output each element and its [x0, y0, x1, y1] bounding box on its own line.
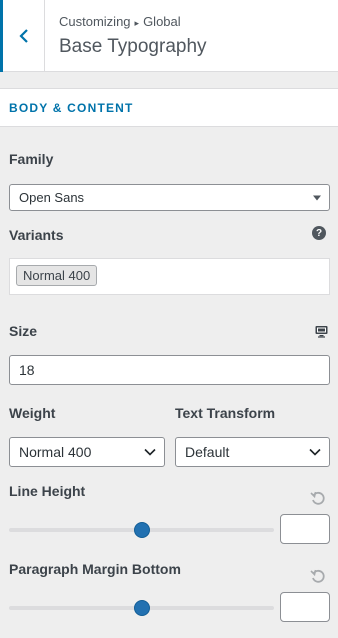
desktop-icon[interactable]: [315, 325, 328, 338]
text-transform-select-value: Default: [185, 444, 230, 460]
text-transform-label: Text Transform: [175, 405, 276, 421]
paragraph-margin-slider-thumb[interactable]: [133, 600, 150, 616]
size-input[interactable]: 18: [9, 355, 330, 385]
weight-label: Weight: [9, 405, 56, 421]
line-height-slider[interactable]: [9, 522, 274, 538]
line-height-input[interactable]: [280, 514, 330, 544]
family-select-value: Open Sans: [19, 190, 85, 205]
line-height-slider-thumb[interactable]: [133, 522, 150, 538]
family-select[interactable]: Open Sans: [9, 184, 330, 211]
chevron-left-icon: [18, 29, 28, 43]
variants-multiselect[interactable]: Normal 400: [9, 258, 330, 295]
help-icon[interactable]: ?: [312, 226, 326, 240]
reset-icon[interactable]: [310, 490, 326, 506]
back-button[interactable]: [0, 0, 45, 72]
size-label: Size: [9, 323, 38, 339]
chevron-down-icon: [144, 448, 156, 456]
line-height-label: Line Height: [9, 483, 86, 499]
section-title: BODY & CONTENT: [9, 101, 134, 115]
reset-icon[interactable]: [310, 568, 326, 584]
variants-label: Variants: [9, 227, 64, 243]
caret-down-icon: [313, 195, 321, 200]
paragraph-margin-input[interactable]: [280, 592, 330, 622]
weight-select-value: Normal 400: [19, 444, 92, 460]
chevron-down-icon: [309, 448, 321, 456]
breadcrumb-separator-icon: ▸: [134, 18, 140, 28]
section-header: BODY & CONTENT: [0, 88, 338, 127]
variant-tag[interactable]: Normal 400: [16, 265, 98, 286]
breadcrumb-child: Global: [143, 14, 181, 29]
page-title: Base Typography: [59, 36, 207, 57]
paragraph-margin-label: Paragraph Margin Bottom: [9, 561, 181, 577]
family-label: Family: [9, 151, 54, 167]
weight-select[interactable]: Normal 400: [9, 437, 165, 467]
breadcrumb: Customizing ▸ Global: [59, 14, 181, 29]
panel-header: Customizing ▸ Global Base Typography: [0, 0, 338, 72]
text-transform-select[interactable]: Default: [175, 437, 330, 467]
paragraph-margin-slider[interactable]: [9, 600, 274, 616]
breadcrumb-parent: Customizing: [59, 14, 131, 29]
